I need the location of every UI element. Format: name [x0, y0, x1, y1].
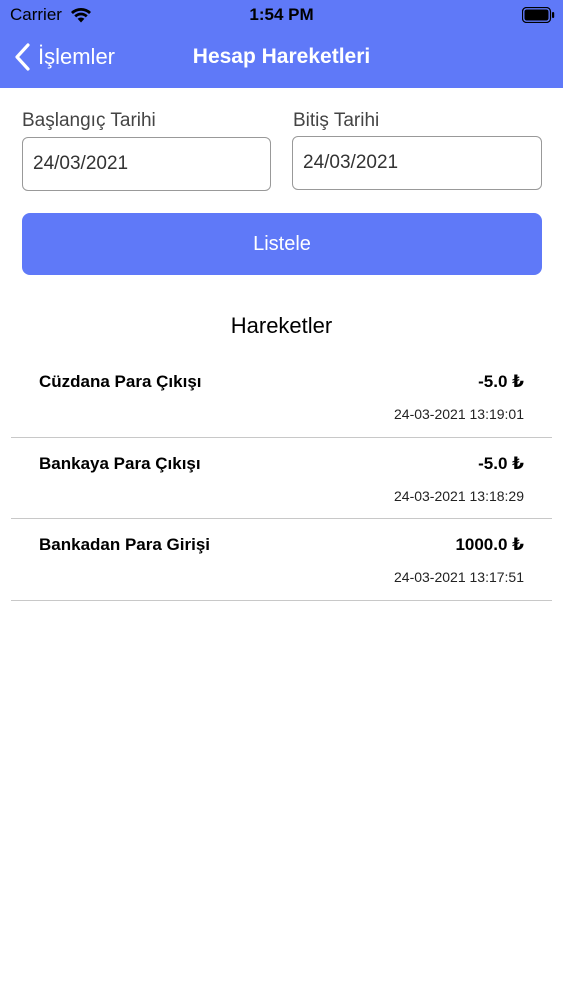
- battery-icon: [522, 7, 555, 23]
- transaction-amount: 1000.0 ₺: [455, 535, 524, 554]
- transaction-amount: -5.0 ₺: [478, 453, 524, 473]
- transaction-datetime: 24-03-2021 13:18:29: [394, 487, 524, 504]
- transaction-datetime: 24-03-2021 13:17:51: [394, 569, 524, 585]
- navigation-bar: İşlemler Hesap Hareketleri: [0, 36, 563, 80]
- transaction-row[interactable]: Bankadan Para Girişi 1000.0 ₺ 24-03-2021…: [11, 519, 552, 601]
- status-time: 1:54 PM: [249, 5, 314, 24]
- start-date-label: Başlangıç Tarihi: [22, 110, 156, 131]
- transaction-row[interactable]: Cüzdana Para Çıkışı -5.0 ₺ 24-03-2021 13…: [11, 356, 552, 438]
- page-title: Hesap Hareketleri: [192, 45, 371, 68]
- transactions-title: Hareketler: [230, 313, 333, 338]
- transaction-amount: -5.0 ₺: [478, 372, 524, 391]
- transaction-datetime: 24-03-2021 13:19:01: [394, 406, 524, 422]
- end-date-field[interactable]: 24/03/2021: [292, 136, 542, 190]
- header-bar: Carrier 1:54 PM İşlemler Hesap Hareketle…: [0, 0, 563, 88]
- end-date-label: Bitiş Tarihi: [293, 110, 380, 131]
- transaction-name: Bankadan Para Girişi: [39, 535, 211, 554]
- transaction-row[interactable]: Bankaya Para Çıkışı -5.0 ₺ 24-03-2021 13…: [11, 438, 552, 519]
- transaction-list: Cüzdana Para Çıkışı -5.0 ₺ 24-03-2021 13…: [11, 356, 552, 601]
- status-bar: Carrier 1:54 PM: [0, 0, 563, 30]
- transaction-name: Bankaya Para Çıkışı: [39, 453, 201, 473]
- transaction-name: Cüzdana Para Çıkışı: [39, 372, 202, 391]
- start-date-field[interactable]: 24/03/2021: [22, 137, 271, 191]
- list-button[interactable]: Listele: [22, 213, 542, 275]
